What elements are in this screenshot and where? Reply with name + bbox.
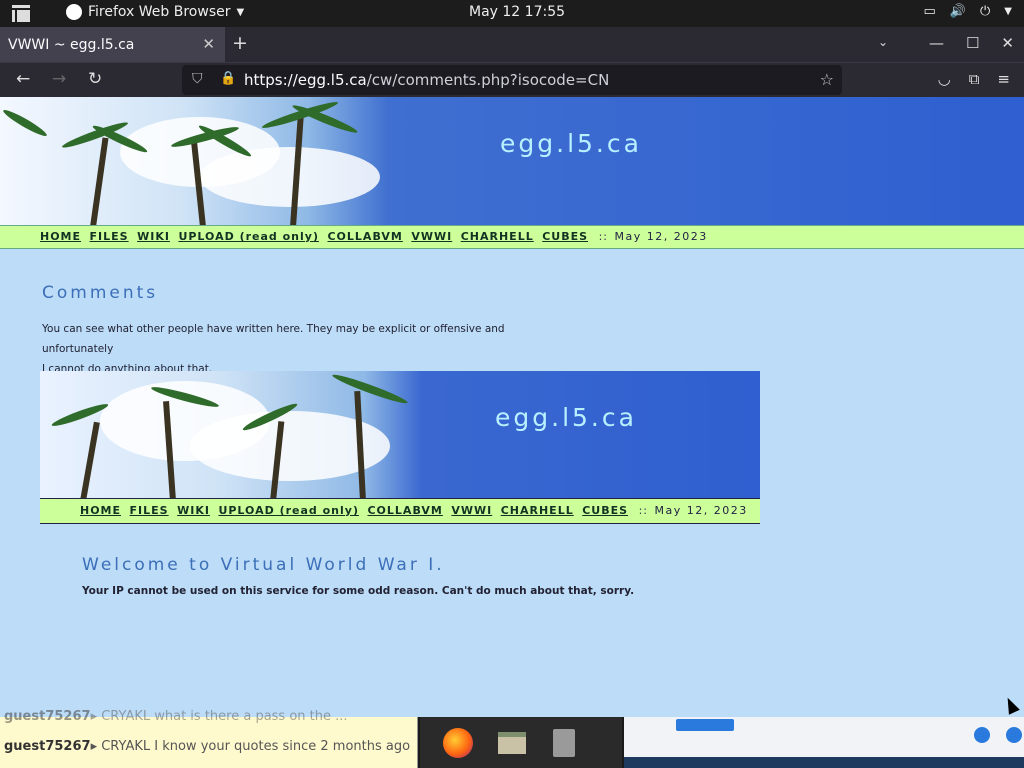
app-name-label: Firefox Web Browser — [88, 4, 231, 20]
reload-icon[interactable]: ↻ — [88, 69, 102, 89]
url-text[interactable]: https://egg.l5.ca/cw/comments.php?isocod… — [244, 71, 609, 89]
menu-link-cubes[interactable]: CUBES — [542, 230, 588, 243]
bookmark-star-icon[interactable]: ☆ — [820, 70, 834, 89]
tab-strip: VWWI ~ egg.l5.ca ✕ + ⌄ — ☐ ✕ — [0, 27, 1024, 62]
forward-icon[interactable]: → — [52, 69, 66, 89]
firefox-icon — [66, 4, 82, 20]
embedded-frame[interactable]: egg.l5.ca HOME FILES WIKI UPLOAD (read o… — [40, 371, 760, 525]
chevron-down-icon[interactable]: ▼ — [1004, 6, 1012, 17]
tab-active[interactable]: VWWI ~ egg.l5.ca ✕ — [0, 27, 225, 62]
menu-date: May 12, 2023 — [614, 230, 708, 243]
close-tab-icon[interactable]: ✕ — [202, 35, 215, 53]
vm-thumbnail[interactable] — [624, 717, 1024, 768]
frame-menu-date: May 12, 2023 — [654, 504, 748, 517]
display-icon[interactable]: ▭ — [924, 4, 936, 19]
hamburger-menu-icon[interactable]: ≡ — [997, 70, 1010, 88]
gnome-top-bar: Firefox Web Browser ▼ May 12 17:55 ▭ 🔊 ⏻… — [0, 0, 1024, 27]
frame-menu-bar: HOME FILES WIKI UPLOAD (read only) COLLA… — [40, 498, 760, 524]
page-content: egg.l5.ca HOME FILES WIKI UPLOAD (read o… — [0, 97, 1024, 717]
close-window-icon[interactable]: ✕ — [1001, 34, 1014, 52]
app-menu[interactable]: Firefox Web Browser ▼ — [66, 4, 244, 20]
dock-files[interactable] — [492, 723, 532, 763]
comments-intro-line1: You can see what other people have writt… — [42, 323, 505, 355]
menu-link-vwwi[interactable]: VWWI — [411, 230, 452, 243]
trash-icon — [553, 729, 575, 757]
new-tab-button[interactable]: + — [232, 32, 248, 54]
comments-intro: You can see what other people have writt… — [42, 319, 562, 379]
welcome-heading: Welcome to Virtual World War I. — [82, 555, 445, 575]
volume-icon[interactable]: 🔊 — [950, 4, 966, 19]
frame-menu-link-collabvm[interactable]: COLLABVM — [367, 504, 442, 517]
site-menu: HOME FILES WIKI UPLOAD (read only) COLLA… — [40, 230, 708, 243]
shield-icon[interactable]: ⛉ — [192, 71, 203, 87]
menu-link-files[interactable]: FILES — [90, 230, 129, 243]
url-bar[interactable]: ⛉ 🔒 https://egg.l5.ca/cw/comments.php?is… — [182, 65, 842, 95]
lock-icon[interactable]: 🔒 — [220, 71, 236, 86]
dock-trash[interactable] — [544, 723, 584, 763]
frame-menu-link-home[interactable]: HOME — [80, 504, 121, 517]
frame-menu-link-vwwi[interactable]: VWWI — [451, 504, 492, 517]
frame-menu-link-upload[interactable]: UPLOAD (read only) — [218, 504, 359, 517]
frame-menu-link-cubes[interactable]: CUBES — [582, 504, 628, 517]
thumbnail-taskbar — [624, 757, 1024, 768]
frame-menu-link-charhell[interactable]: CHARHELL — [501, 504, 574, 517]
site-title: egg.l5.ca — [500, 129, 642, 158]
thumbnail-circle-icon — [1006, 727, 1022, 743]
menu-separator: :: — [598, 230, 608, 243]
menu-link-collabvm[interactable]: COLLABVM — [327, 230, 402, 243]
list-all-tabs-icon[interactable]: ⌄ — [878, 35, 888, 49]
minimize-icon[interactable]: — — [929, 34, 944, 52]
navigation-bar: ← → ↻ ⛉ 🔒 https://egg.l5.ca/cw/comments.… — [0, 62, 1024, 97]
maximize-icon[interactable]: ☐ — [966, 34, 979, 52]
thumbnail-button — [676, 719, 734, 731]
dock — [420, 717, 622, 768]
power-icon[interactable]: ⏻ — [980, 4, 990, 19]
site-banner: egg.l5.ca — [0, 97, 1024, 228]
system-tray[interactable]: ▭ 🔊 ⏻ ▼ — [924, 4, 1012, 19]
menu-link-upload[interactable]: UPLOAD (read only) — [178, 230, 319, 243]
back-icon[interactable]: ← — [16, 69, 30, 89]
pocket-icon[interactable]: ◡ — [938, 70, 951, 88]
toolbar-right: ◡ ⧉ ≡ — [938, 70, 1010, 88]
site-menu-bar: HOME FILES WIKI UPLOAD (read only) COLLA… — [0, 225, 1024, 249]
chevron-down-icon: ▼ — [236, 6, 245, 18]
frame-banner: egg.l5.ca — [40, 371, 760, 502]
clock[interactable]: May 12 17:55 — [469, 4, 565, 20]
menu-link-charhell[interactable]: CHARHELL — [461, 230, 534, 243]
frame-site-title: egg.l5.ca — [495, 403, 637, 432]
files-icon — [498, 732, 526, 754]
frame-menu-separator: :: — [638, 504, 648, 517]
dock-firefox[interactable] — [438, 723, 478, 763]
chat-panel: guest75267▸ CRYAKL what is there a pass … — [0, 709, 418, 768]
app-grid-icon[interactable] — [12, 5, 30, 22]
menu-link-home[interactable]: HOME — [40, 230, 81, 243]
frame-menu: HOME FILES WIKI UPLOAD (read only) COLLA… — [80, 504, 748, 517]
comments-heading: Comments — [42, 283, 159, 303]
tab-title: VWWI ~ egg.l5.ca — [8, 36, 135, 53]
chat-message: guest75267▸ CRYAKL what is there a pass … — [4, 709, 348, 724]
menu-link-wiki[interactable]: WIKI — [137, 230, 170, 243]
frame-menu-link-files[interactable]: FILES — [130, 504, 169, 517]
thumbnail-circle-icon — [974, 727, 990, 743]
ip-blocked-message: Your IP cannot be used on this service f… — [82, 585, 635, 597]
extensions-icon[interactable]: ⧉ — [969, 70, 980, 88]
window-controls: — ☐ ✕ — [929, 34, 1014, 52]
chat-message: guest75267▸ CRYAKL I know your quotes si… — [4, 739, 411, 754]
frame-menu-link-wiki[interactable]: WIKI — [177, 504, 210, 517]
firefox-icon — [443, 728, 473, 758]
bottom-overlay: guest75267▸ CRYAKL what is there a pass … — [0, 709, 1024, 768]
